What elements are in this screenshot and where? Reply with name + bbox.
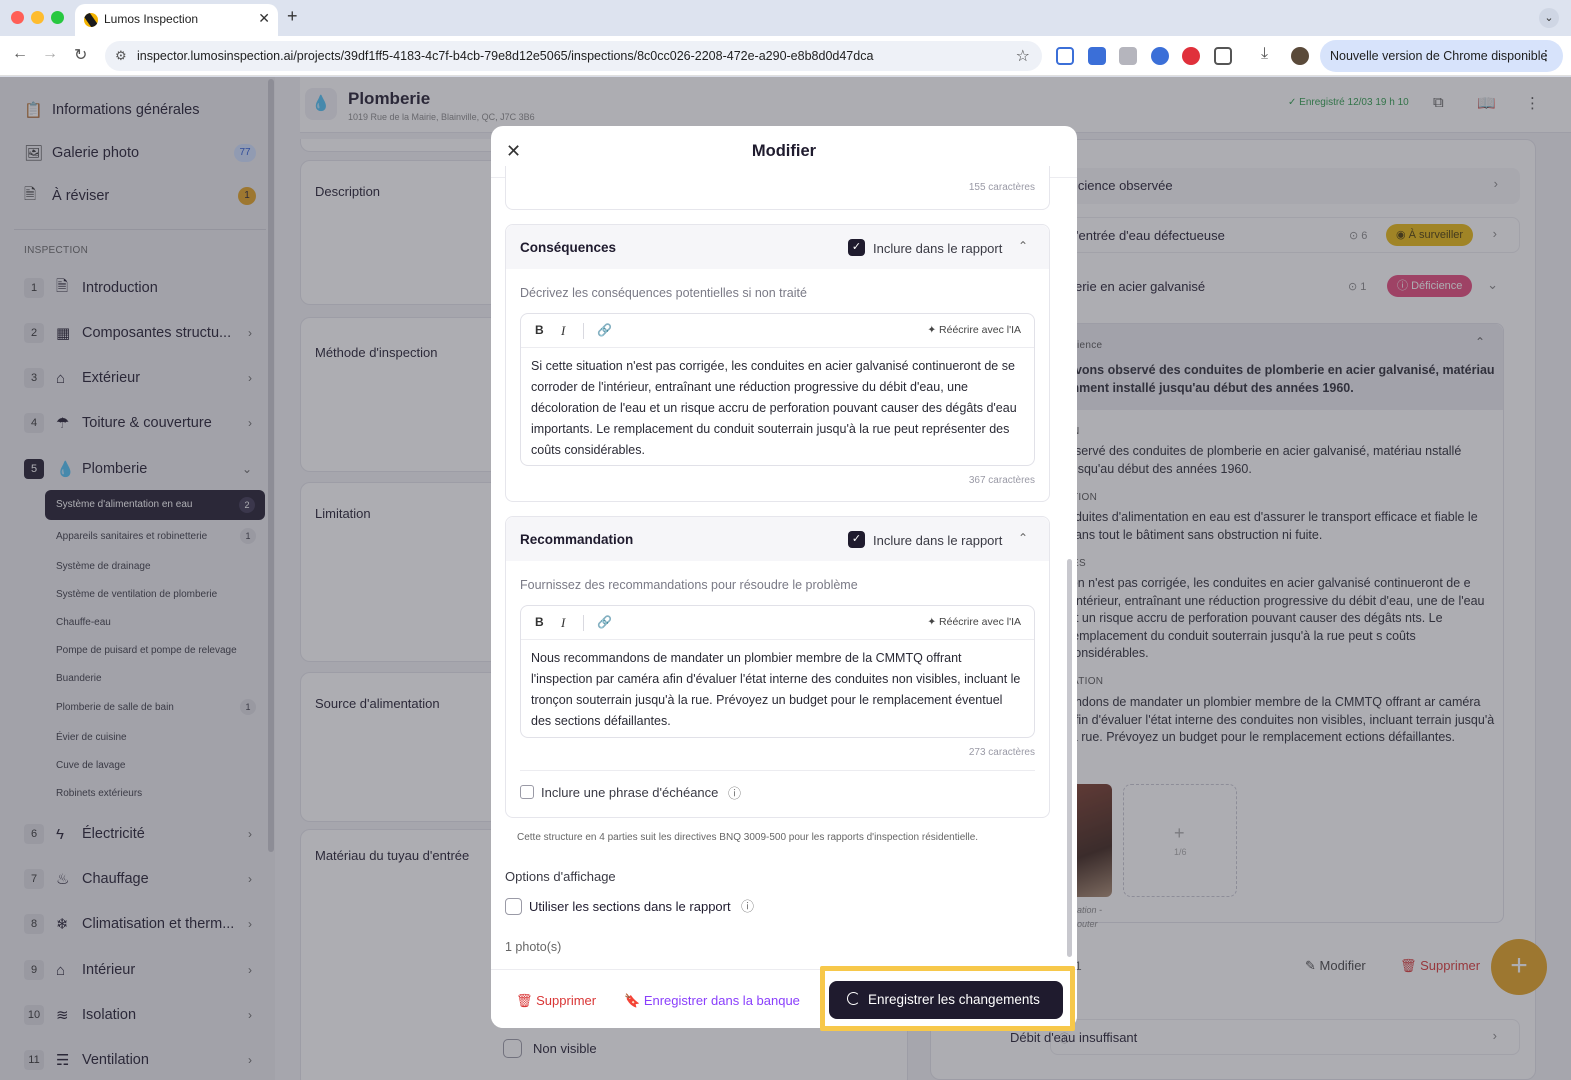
blue-dot-extension-icon[interactable] <box>1151 47 1169 65</box>
italic-icon[interactable]: I <box>561 323 565 339</box>
include-in-report-checkbox[interactable]: ✓ <box>848 239 865 256</box>
character-count: 367 caractères <box>968 475 1035 486</box>
chrome-update-label: Nouvelle version de Chrome disponible <box>1330 49 1548 63</box>
editor-toolbar: B I 🔗 ✦ Réécrire avec l'IA <box>521 314 1034 348</box>
save-to-bank-label: Enregistrer dans la banque <box>643 993 800 1008</box>
recommendation-text[interactable]: Nous recommandons de mandater un plombie… <box>531 648 1021 732</box>
structure-footnote: Cette structure en 4 parties suit les di… <box>517 832 979 843</box>
reload-icon[interactable]: ↻ <box>74 45 87 65</box>
rewrite-with-ai-button[interactable]: ✦ Réécrire avec l'IA <box>927 324 1021 336</box>
browser-tab[interactable]: Lumos Inspection ✕ <box>75 4 278 36</box>
chevron-up-icon[interactable]: ⌃ <box>1018 239 1028 253</box>
italic-icon[interactable]: I <box>561 615 565 631</box>
address-bar[interactable]: ⚙ inspector.lumosinspection.ai/projects/… <box>105 41 1042 71</box>
toolbar-separator <box>583 323 584 339</box>
character-count: 273 caractères <box>968 747 1035 758</box>
recommendation-header[interactable]: Recommandation ✓ Inclure dans le rapport… <box>506 517 1049 561</box>
include-in-report-label: Inclure dans le rapport <box>873 533 1003 548</box>
back-icon[interactable]: ← <box>12 45 28 63</box>
deadline-phrase-label: Inclure une phrase d'échéance <box>541 785 719 800</box>
include-in-report-checkbox[interactable]: ✓ <box>848 531 865 548</box>
consequences-text[interactable]: Si cette situation n'est pas corrigée, l… <box>531 356 1021 461</box>
include-in-report-label: Inclure dans le rapport <box>873 241 1003 256</box>
consequences-header[interactable]: Conséquences ✓ Inclure dans le rapport ⌃ <box>506 225 1049 269</box>
modal-scrollbar[interactable] <box>1067 559 1072 957</box>
info-icon[interactable]: ⓘ <box>741 896 754 915</box>
delete-button[interactable]: 🗑 Supprimer <box>516 993 596 1009</box>
more-menu-icon[interactable]: ⋮ <box>1539 47 1553 64</box>
puzzle-extensions-icon[interactable] <box>1214 47 1232 65</box>
deadline-phrase-checkbox[interactable] <box>520 785 534 799</box>
browser-toolbar: ← → ↻ ⚙ inspector.lumosinspection.ai/pro… <box>0 36 1571 76</box>
minimize-window-button[interactable] <box>31 11 44 24</box>
highlight-box <box>820 966 1075 1031</box>
save-to-bank-button[interactable]: 🔖 Enregistrer dans la banque <box>624 993 800 1009</box>
use-sections-checkbox[interactable] <box>505 898 522 915</box>
link-icon[interactable]: 🔗 <box>597 615 612 629</box>
edit-modal: ✕ Modifier 155 caractères Conséquences ✓… <box>491 126 1077 1028</box>
zoom-window-button[interactable] <box>51 11 64 24</box>
tab-close-icon[interactable]: ✕ <box>258 10 270 27</box>
recommendation-editor[interactable]: B I 🔗 ✦ Réécrire avec l'IA Nous recomman… <box>520 605 1035 738</box>
chevron-up-icon[interactable]: ⌃ <box>1018 531 1028 545</box>
link-icon[interactable]: 🔗 <box>597 323 612 337</box>
bookmark-star-icon[interactable]: ☆ <box>1016 46 1030 66</box>
rewrite-with-ai-button[interactable]: ✦ Réécrire avec l'IA <box>927 616 1021 628</box>
consequences-editor[interactable]: B I 🔗 ✦ Réécrire avec l'IA Si cette situ… <box>520 313 1035 466</box>
chrome-update-button[interactable]: Nouvelle version de Chrome disponible ⋮ <box>1320 40 1563 72</box>
download-icon[interactable]: ⤓ <box>1261 45 1268 63</box>
character-count: 155 caractères <box>968 182 1035 193</box>
consequences-hint: Décrivez les conséquences potentielles s… <box>520 286 807 300</box>
info-icon[interactable]: ⓘ <box>728 783 741 802</box>
forward-icon[interactable]: → <box>42 45 58 63</box>
delete-label: Supprimer <box>536 993 597 1008</box>
bold-icon[interactable]: B <box>535 615 544 629</box>
recommendation-hint: Fournissez des recommandations pour réso… <box>520 578 858 592</box>
url-text: inspector.lumosinspection.ai/projects/39… <box>137 49 874 63</box>
profile-avatar[interactable] <box>1291 47 1309 65</box>
modal-title: Modifier <box>751 142 817 160</box>
editor-toolbar: B I 🔗 ✦ Réécrire avec l'IA <box>521 606 1034 640</box>
tab-manager-extension-icon[interactable] <box>1088 47 1106 65</box>
new-tab-icon[interactable]: + <box>287 6 298 27</box>
bold-icon[interactable]: B <box>535 323 544 337</box>
photo-count-label: 1 photo(s) <box>505 940 562 954</box>
consequences-title: Conséquences <box>520 240 617 255</box>
use-sections-label: Utiliser les sections dans le rapport <box>529 899 731 914</box>
red-extension-icon[interactable] <box>1182 47 1200 65</box>
toolbar-separator <box>583 615 584 631</box>
recommendation-title: Recommandation <box>520 532 634 547</box>
consequences-section: Conséquences ✓ Inclure dans le rapport ⌃… <box>505 224 1050 502</box>
recommendation-divider <box>520 770 1035 771</box>
display-options-title: Options d'affichage <box>505 869 616 884</box>
tab-title: Lumos Inspection <box>104 12 199 26</box>
previous-section: 155 caractères <box>505 166 1050 210</box>
sidebar-extension-icon[interactable] <box>1056 47 1074 65</box>
camera-extension-icon[interactable] <box>1119 47 1137 65</box>
browser-tab-bar: Lumos Inspection ✕ + ⌄ <box>0 0 1571 36</box>
site-settings-icon[interactable]: ⚙ <box>115 48 127 64</box>
close-window-button[interactable] <box>11 11 24 24</box>
tab-search-icon[interactable]: ⌄ <box>1539 8 1559 28</box>
recommendation-section: Recommandation ✓ Inclure dans le rapport… <box>505 516 1050 818</box>
lumos-favicon-icon <box>84 13 98 27</box>
rewrite-with-ai-label: Réécrire avec l'IA <box>939 616 1021 628</box>
rewrite-with-ai-label: Réécrire avec l'IA <box>939 324 1021 336</box>
